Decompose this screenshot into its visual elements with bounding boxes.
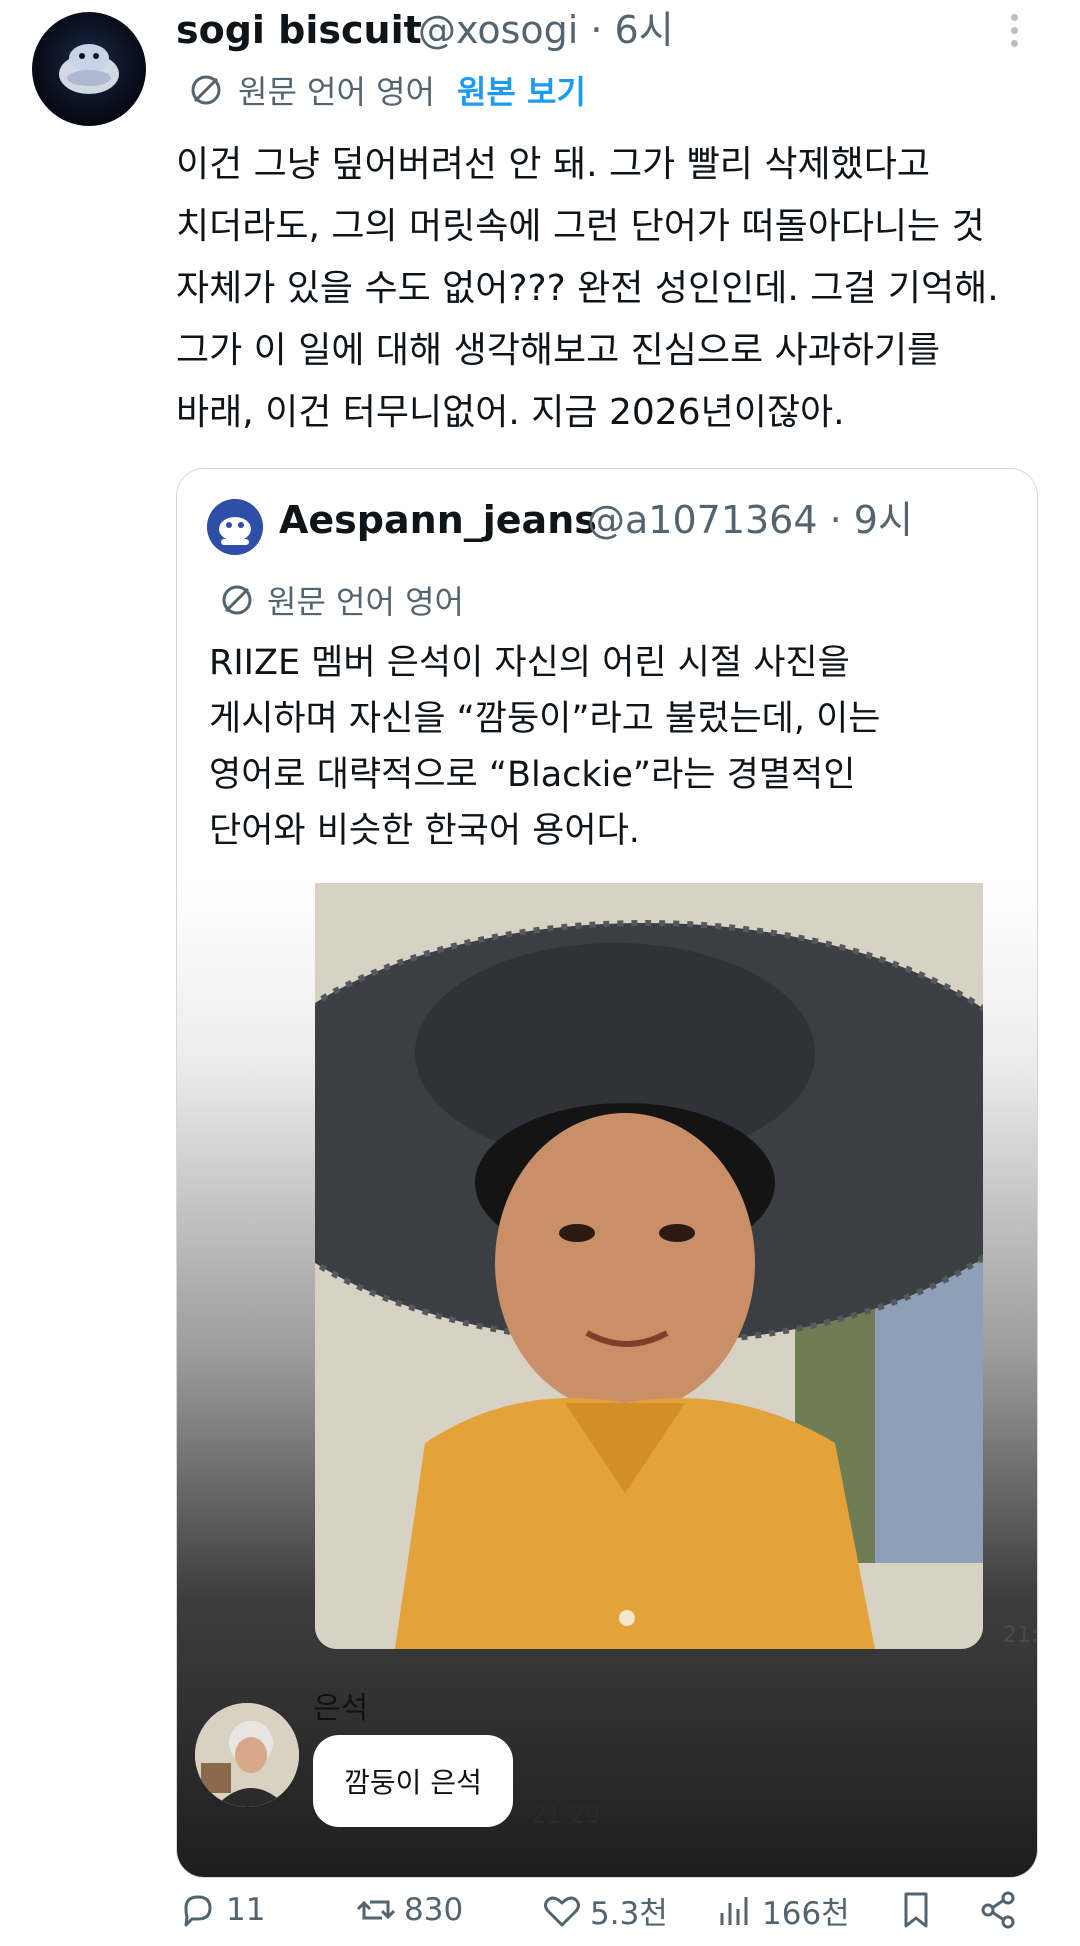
chat-message-bubble: 깜둥이 은석 xyxy=(313,1735,513,1827)
author-display-name[interactable]: sogi biscuit xyxy=(176,4,422,56)
translate-icon xyxy=(191,75,221,105)
reply-count: 11 xyxy=(226,1892,266,1928)
quote-translation-label: 원문 언어 영어 xyxy=(267,583,464,621)
chat-sender-name: 은석 xyxy=(313,1691,369,1726)
author-handle-time[interactable]: @xosogi · 6시 xyxy=(418,4,674,56)
views-icon xyxy=(720,1896,748,1925)
like-button[interactable]: 5.3천 xyxy=(540,1888,668,1933)
repost-icon xyxy=(356,1900,396,1920)
chat-avatar xyxy=(195,1703,299,1807)
views-count: 166천 xyxy=(762,1896,850,1932)
quote-line: 영어로 대략적으로 “Blackie”라는 경멸적인 xyxy=(209,755,856,795)
chat-timestamp: 21: xyxy=(1003,1623,1037,1648)
quote-author-display-name[interactable]: Aespann_jeans xyxy=(279,493,597,547)
views-button[interactable]: 166천 xyxy=(712,1888,850,1933)
translation-row: 원문 언어 영어 원본 보기 xyxy=(188,68,586,112)
reply-icon xyxy=(184,1895,212,1927)
post-text: 이건 그냥 덮어버려선 안 돼. 그가 빨리 삭제했다고 치더라도, 그의 머릿… xyxy=(176,134,1056,444)
quote-line: 게시하며 자신을 “깜둥이”라고 불렀는데, 이는 xyxy=(209,699,881,739)
action-bar: 11 830 5.3천 166천 xyxy=(176,1888,1036,1946)
bookmark-button[interactable] xyxy=(894,1888,938,1932)
translation-label: 원문 언어 영어 xyxy=(238,73,435,111)
quote-line: 단어와 비슷한 한국어 용어다. xyxy=(209,811,640,851)
reply-button[interactable]: 11 xyxy=(176,1888,265,1932)
repost-button[interactable]: 830 xyxy=(354,1888,463,1932)
repost-count: 830 xyxy=(404,1892,464,1928)
post-line: 그가 이 일에 대해 생각해보고 진심으로 사과하기를 xyxy=(176,330,941,371)
childhood-photo xyxy=(315,883,983,1649)
quote-translation-row: 원문 언어 영어 xyxy=(219,577,464,623)
author-avatar[interactable] xyxy=(32,12,146,126)
quote-author-avatar[interactable] xyxy=(207,499,263,555)
view-original-link[interactable]: 원본 보기 xyxy=(457,67,586,113)
share-icon xyxy=(981,1891,1015,1929)
quoted-post[interactable]: Aespann_jeans @a1071364 · 9시 원문 언어 영어 RI… xyxy=(176,468,1038,1878)
share-button[interactable] xyxy=(976,1888,1020,1932)
quote-text: RIIZE 멤버 은석이 자신의 어린 시절 사진을 게시하며 자신을 “깜둥이… xyxy=(209,635,1029,859)
quote-author-handle-time[interactable]: @a1071364 · 9시 xyxy=(587,493,913,547)
more-vertical-icon[interactable] xyxy=(1004,14,1024,54)
post-line: 치더라도, 그의 머릿속에 그런 단어가 떠돌아다니는 것 xyxy=(176,206,985,247)
post-line: 바래, 이건 터무니없어. 지금 2026년이잖아. xyxy=(176,392,845,433)
like-count: 5.3천 xyxy=(590,1896,668,1932)
heart-icon xyxy=(544,1896,580,1926)
post-line: 자체가 있을 수도 없어??? 완전 성인인데. 그걸 기억해. xyxy=(176,268,999,309)
bookmark-icon xyxy=(904,1892,928,1928)
quote-line: RIIZE 멤버 은석이 자신의 어린 시절 사진을 xyxy=(209,643,850,683)
post-line: 이건 그냥 덮어버려선 안 돼. 그가 빨리 삭제했다고 xyxy=(176,144,930,185)
chat-timestamp: 21:29 xyxy=(531,1801,601,1829)
quote-media-image[interactable]: 21: 은석 깜둥이 은석 21:29 xyxy=(177,883,1037,1877)
translate-icon xyxy=(222,585,252,615)
